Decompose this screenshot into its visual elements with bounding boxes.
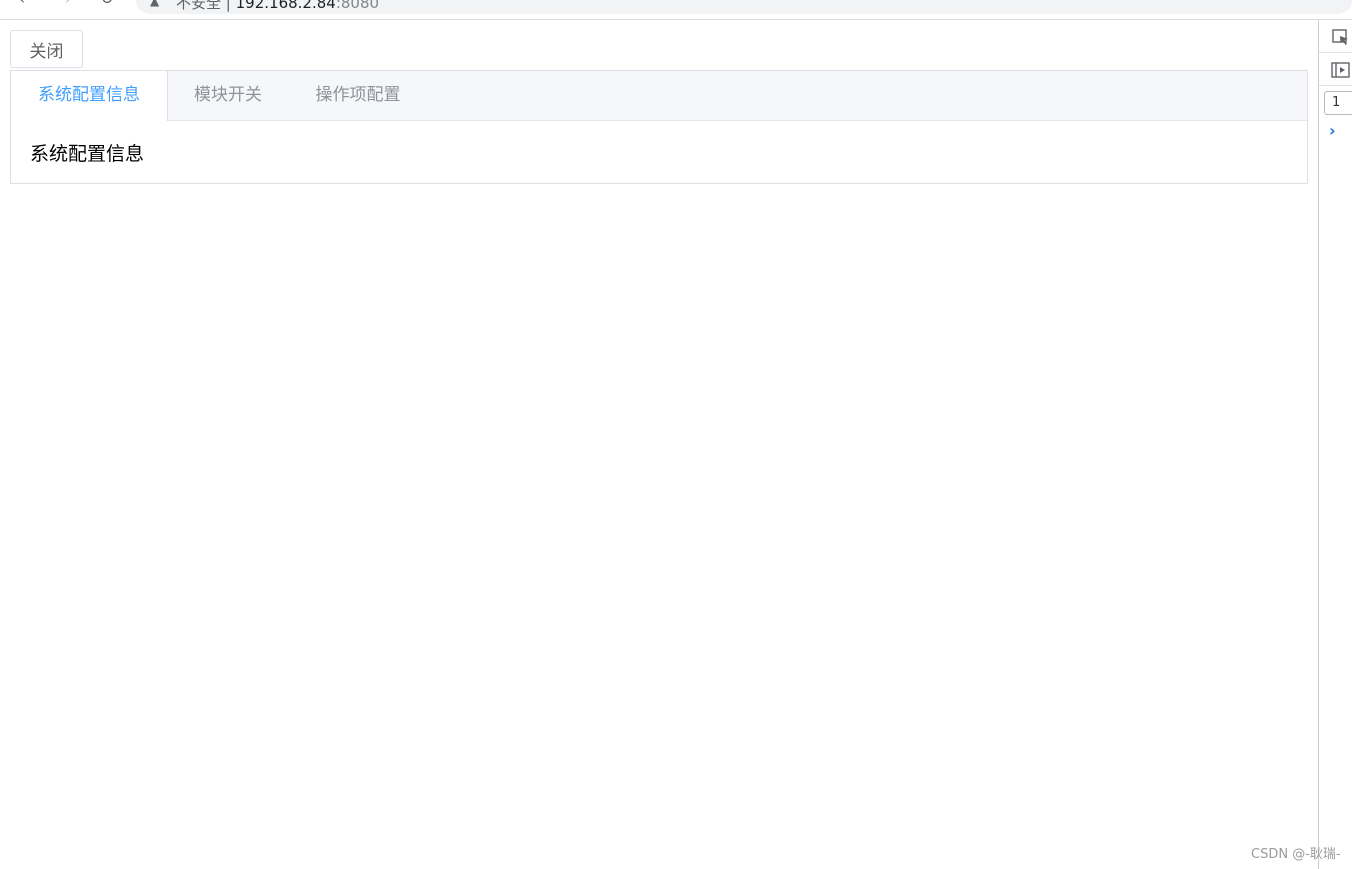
tabs-card: 系统配置信息 模块开关 操作项配置 系统配置信息 xyxy=(10,70,1308,184)
tabs-header: 系统配置信息 模块开关 操作项配置 xyxy=(11,71,1307,121)
browser-toolbar: ‹ › ↻ ▲ 不安全 | 192.168.2.84:8080 xyxy=(0,0,1352,20)
url-host: 192.168.2.84 xyxy=(235,0,336,12)
close-button[interactable]: 关闭 xyxy=(10,30,83,68)
reload-icon[interactable]: ↻ xyxy=(99,0,115,7)
page-content: 关闭 系统配置信息 模块开关 操作项配置 系统配置信息 xyxy=(0,20,1318,869)
back-icon[interactable]: ‹ xyxy=(14,0,30,7)
inspect-element-icon[interactable] xyxy=(1331,27,1351,47)
devtools-inspect-row xyxy=(1319,20,1352,53)
devtools-context-select[interactable]: 1 xyxy=(1324,91,1352,115)
chevron-right-icon[interactable]: › xyxy=(1329,121,1336,140)
url-security-label: 不安全 xyxy=(176,0,222,12)
forward-icon[interactable]: › xyxy=(60,0,76,7)
url-text: 不安全 | 192.168.2.84:8080 xyxy=(176,0,379,13)
devtools-select-value: 1 xyxy=(1332,95,1341,110)
tab-panel-text: 系统配置信息 xyxy=(30,143,145,165)
tab-module-switch[interactable]: 模块开关 xyxy=(168,71,288,120)
tab-operation-config[interactable]: 操作项配置 xyxy=(288,71,428,120)
address-bar[interactable]: ▲ 不安全 | 192.168.2.84:8080 xyxy=(136,0,1352,14)
tab-system-config[interactable]: 系统配置信息 xyxy=(11,71,168,121)
url-separator: | xyxy=(225,0,236,12)
url-port: :8080 xyxy=(335,0,380,12)
device-toggle-icon[interactable] xyxy=(1331,60,1351,80)
watermark: CSDN @-耿瑞- xyxy=(1251,847,1341,862)
devtools-device-row xyxy=(1319,53,1352,86)
warning-icon[interactable]: ▲ xyxy=(150,0,164,8)
devtools-panel: 1 › xyxy=(1318,20,1352,869)
